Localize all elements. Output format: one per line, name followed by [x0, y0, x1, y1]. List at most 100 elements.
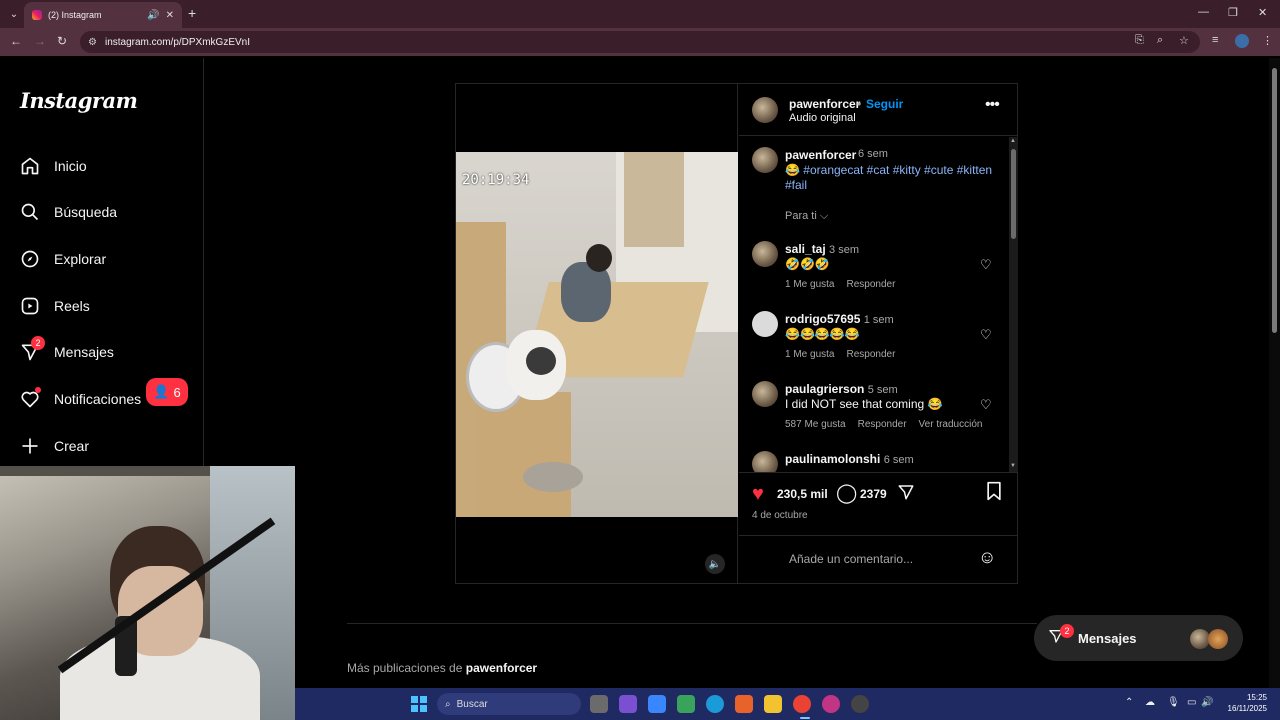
- sidebar-item-busqueda[interactable]: Búsqueda: [20, 200, 117, 224]
- save-icon[interactable]: [985, 481, 1003, 506]
- app-icon[interactable]: [619, 695, 637, 713]
- comment-avatar[interactable]: [752, 241, 778, 267]
- copilot-icon[interactable]: [648, 695, 666, 713]
- more-options-icon[interactable]: •••: [985, 96, 1000, 114]
- comment-avatar[interactable]: [752, 381, 778, 407]
- browser-tab[interactable]: (2) Instagram 🔊 ✕: [24, 2, 182, 28]
- site-info-icon[interactable]: ⚙: [88, 37, 97, 48]
- notifications-count-pill[interactable]: 👤 6: [146, 378, 188, 406]
- sidebar-item-inicio[interactable]: Inicio: [20, 154, 87, 178]
- sidebar-item-mensajes[interactable]: 2 Mensajes: [20, 336, 114, 364]
- back-icon[interactable]: ←: [10, 34, 22, 48]
- reload-icon[interactable]: ↻: [57, 34, 67, 48]
- zoom-icon[interactable]: ⌕: [1157, 34, 1163, 47]
- post-date[interactable]: 4 de octubre: [752, 510, 808, 521]
- speaker-icon[interactable]: 🔊: [147, 10, 159, 21]
- for-you-toggle[interactable]: Para ti ⌵: [785, 210, 828, 223]
- windows-start-icon[interactable]: [411, 696, 427, 712]
- instagram-logo[interactable]: Instagram: [20, 88, 138, 113]
- caption-hashtags[interactable]: #orangecat #cat #kitty #cute #kitten #fa…: [785, 163, 992, 192]
- chrome-menu-icon[interactable]: ⋮: [1262, 34, 1273, 47]
- emoji-icon[interactable]: ☺: [978, 547, 996, 568]
- taskbar-search[interactable]: ⌕ Buscar: [437, 693, 581, 715]
- comment-avatar[interactable]: [752, 311, 778, 337]
- task-view-icon[interactable]: [590, 695, 608, 713]
- close-window-button[interactable]: ✕: [1258, 6, 1267, 19]
- install-app-icon[interactable]: ⎘: [1135, 34, 1144, 47]
- reply-button[interactable]: Responder: [846, 279, 895, 290]
- comment-time: 1 sem: [863, 314, 894, 326]
- app-icon[interactable]: [851, 695, 869, 713]
- store-icon[interactable]: [677, 695, 695, 713]
- comment-username[interactable]: paulinamolonshi: [785, 452, 880, 466]
- like-icon[interactable]: ♥: [752, 483, 764, 506]
- share-icon[interactable]: [897, 483, 915, 506]
- address-bar[interactable]: ⚙ instagram.com/p/DPXmkGzEVnI: [80, 31, 1200, 53]
- app-icon[interactable]: [735, 695, 753, 713]
- cloud-icon[interactable]: ☁: [1145, 697, 1155, 708]
- edge-icon[interactable]: [706, 695, 724, 713]
- comment-likes[interactable]: 1 Me gusta: [785, 349, 834, 360]
- comment-time: 6 sem: [883, 454, 914, 466]
- author-avatar[interactable]: [752, 97, 778, 123]
- more-posts-user[interactable]: pawenforcer: [466, 661, 537, 675]
- minimize-button[interactable]: —: [1198, 6, 1209, 18]
- page-scrollbar-thumb[interactable]: [1272, 68, 1277, 333]
- comment-likes[interactable]: 587 Me gusta: [785, 419, 846, 430]
- comment-input[interactable]: Añade un comentario...: [789, 552, 913, 566]
- page-scrollbar[interactable]: [1269, 58, 1280, 688]
- comments-scrollbar[interactable]: ▲ ▼: [1009, 137, 1018, 472]
- sidebar-item-notificaciones[interactable]: Notificaciones: [20, 387, 141, 411]
- tab-search-icon[interactable]: ⌄: [6, 6, 22, 22]
- scroll-up-icon[interactable]: ▲: [1010, 138, 1016, 144]
- new-tab-button[interactable]: +: [188, 5, 196, 21]
- bookmark-star-icon[interactable]: ☆: [1179, 34, 1189, 47]
- mute-icon[interactable]: 🔈: [705, 554, 725, 574]
- tab-close-icon[interactable]: ✕: [166, 10, 174, 21]
- comment-username[interactable]: paulagrierson: [785, 382, 864, 396]
- display-icon[interactable]: ▭: [1187, 697, 1196, 708]
- sidebar-item-crear[interactable]: Crear: [20, 434, 89, 458]
- comment-header: paulagrierson 5 sem: [785, 382, 898, 396]
- comment-like-icon[interactable]: ♡: [980, 257, 992, 273]
- folder-icon[interactable]: [764, 695, 782, 713]
- sidebar-item-explorar[interactable]: Explorar: [20, 247, 106, 271]
- sidebar-item-reels[interactable]: Reels: [20, 294, 90, 318]
- microphone-icon[interactable]: 🎙: [1167, 697, 1180, 708]
- comment-username[interactable]: rodrigo57695: [785, 312, 860, 326]
- caption-avatar[interactable]: [752, 147, 778, 173]
- tray-chevron-icon[interactable]: ⌃: [1125, 697, 1133, 708]
- translate-link[interactable]: Ver traducción: [919, 419, 983, 430]
- sidebar-item-label: Mensajes: [54, 344, 114, 360]
- forward-icon[interactable]: →: [34, 34, 46, 48]
- author-username[interactable]: pawenforcer: [789, 97, 860, 111]
- conversation-avatar: [1190, 629, 1210, 649]
- reel-video[interactable]: 20:19:34: [456, 152, 738, 517]
- comment-like-icon[interactable]: ♡: [980, 397, 992, 413]
- scrollbar-thumb[interactable]: [1011, 149, 1016, 239]
- more-posts-prefix: Más publicaciones de: [347, 661, 463, 675]
- messages-badge: 2: [31, 336, 45, 350]
- messages-pill[interactable]: 2 Mensajes: [1034, 615, 1243, 661]
- profile-avatar[interactable]: [1235, 34, 1249, 48]
- caption-username[interactable]: pawenforcer: [785, 148, 856, 162]
- taskbar-clock[interactable]: 15:25 16/11/2025: [1211, 692, 1267, 714]
- chrome-icon[interactable]: [793, 695, 811, 713]
- comment-username[interactable]: sali_taj: [785, 242, 826, 256]
- comment-like-icon[interactable]: ♡: [980, 327, 992, 343]
- comment-text: 🤣🤣🤣: [785, 257, 830, 271]
- media-controls-icon[interactable]: ≡: [1212, 34, 1218, 46]
- comment-meta: 587 Me gusta Responder Ver traducción: [785, 419, 982, 430]
- app-icon[interactable]: [822, 695, 840, 713]
- reply-button[interactable]: Responder: [858, 419, 907, 430]
- comment-avatar[interactable]: [752, 451, 778, 472]
- comment-likes[interactable]: 1 Me gusta: [785, 279, 834, 290]
- scroll-down-icon[interactable]: ▼: [1010, 463, 1016, 469]
- follow-button[interactable]: Seguir: [866, 97, 903, 111]
- audio-link[interactable]: Audio original: [789, 112, 856, 124]
- reply-button[interactable]: Responder: [846, 349, 895, 360]
- comment-icon[interactable]: ◯: [836, 482, 857, 505]
- like-count[interactable]: 230,5 mil: [777, 487, 828, 501]
- restore-button[interactable]: ❐: [1228, 6, 1238, 19]
- comment-header: rodrigo57695 1 sem: [785, 312, 894, 326]
